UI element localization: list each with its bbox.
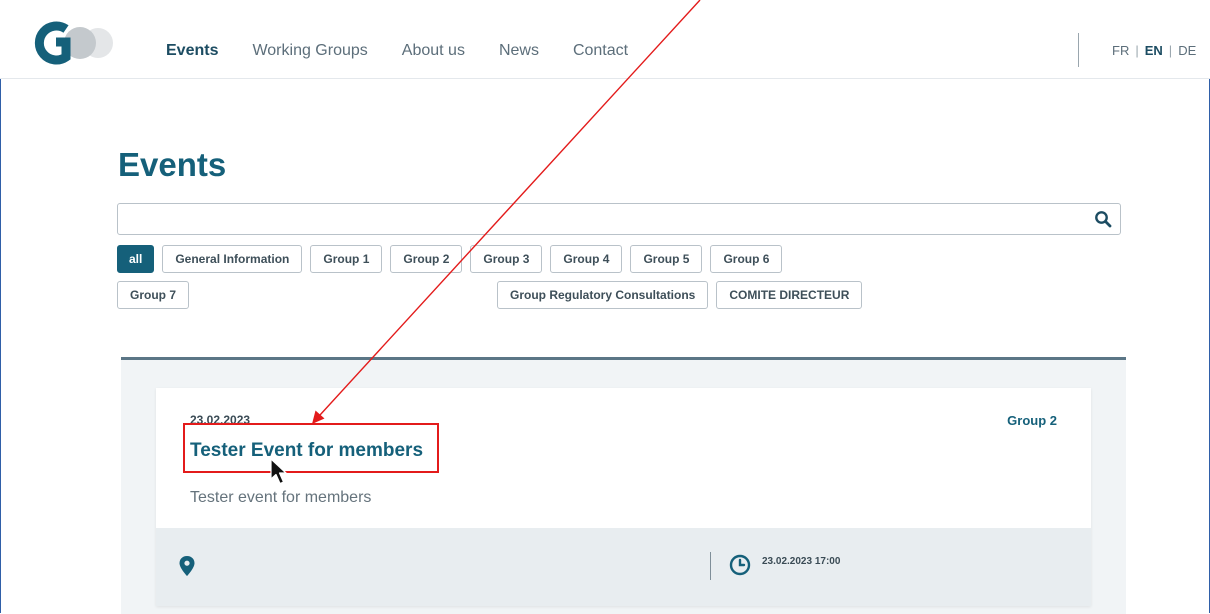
event-description: Tester event for members (190, 489, 372, 506)
nav-working-groups[interactable]: Working Groups (252, 42, 367, 60)
filter-general-information[interactable]: General Information (162, 245, 303, 273)
event-title-link[interactable]: Tester Event for members (190, 440, 423, 462)
footer-divider (710, 552, 711, 580)
event-group-tag: Group 2 (1007, 413, 1057, 428)
filter-group-7[interactable]: Group 7 (117, 281, 190, 309)
nav-events[interactable]: Events (166, 42, 218, 60)
main-nav: Events Working Groups About us News Cont… (166, 42, 628, 60)
filter-group-2[interactable]: Group 2 (390, 245, 463, 273)
event-date: 23.02.2023 (190, 413, 251, 427)
location-pin-icon (179, 556, 195, 576)
page-title: Events (118, 146, 227, 183)
filter-group-6[interactable]: Group 6 (710, 245, 783, 273)
filter-comite-directeur[interactable]: COMITE DIRECTEUR (716, 281, 863, 309)
nav-about-us[interactable]: About us (402, 42, 465, 60)
lang-en[interactable]: EN (1145, 43, 1163, 58)
language-divider (1078, 33, 1079, 67)
event-datetime: 23.02.2023 17:00 (762, 556, 841, 567)
search-icon[interactable] (1094, 210, 1112, 228)
search-box (117, 203, 1121, 235)
lang-de[interactable]: DE (1178, 43, 1196, 58)
nav-contact[interactable]: Contact (573, 42, 628, 60)
lang-separator: | (1135, 43, 1139, 58)
clock-icon (729, 554, 751, 576)
filter-all[interactable]: all (117, 245, 155, 273)
event-card: 23.02.2023 Group 2 Tester Event for memb… (156, 388, 1091, 606)
filter-group-4[interactable]: Group 4 (550, 245, 623, 273)
site-header: Events Working Groups About us News Cont… (0, 0, 1210, 79)
event-footer: 23.02.2023 17:00 (156, 528, 1091, 606)
site-logo[interactable] (32, 20, 116, 66)
search-input[interactable] (118, 204, 1094, 234)
filter-group-regulatory-consultations[interactable]: Group Regulatory Consultations (497, 281, 709, 309)
lang-separator: | (1168, 43, 1173, 58)
filter-chips: all General Information Group 1 Group 2 … (117, 245, 977, 309)
nav-news[interactable]: News (499, 42, 539, 60)
filter-group-1[interactable]: Group 1 (310, 245, 383, 273)
filter-group-3[interactable]: Group 3 (470, 245, 543, 273)
lang-fr[interactable]: FR (1112, 43, 1129, 58)
filter-group-5[interactable]: Group 5 (630, 245, 703, 273)
language-switcher: FR | EN | DE (1112, 43, 1196, 58)
